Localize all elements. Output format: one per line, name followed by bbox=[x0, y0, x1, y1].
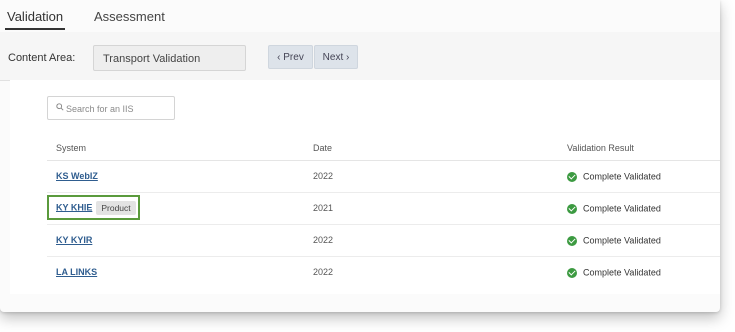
table-row: KS WebIZ 2022 Complete Validated bbox=[47, 161, 720, 193]
systems-table: System Date Validation Result KS WebIZ 2… bbox=[47, 132, 720, 288]
check-circle-icon bbox=[567, 235, 577, 246]
tab-assessment[interactable]: Assessment bbox=[94, 9, 165, 24]
result-cell: Complete Validated bbox=[567, 267, 661, 278]
prev-button[interactable]: ‹ Prev bbox=[268, 45, 313, 69]
system-cell: KY KYIR bbox=[56, 235, 92, 245]
result-cell: Complete Validated bbox=[567, 171, 661, 182]
date-cell: 2021 bbox=[313, 203, 334, 213]
system-cell: KS WebIZ bbox=[56, 171, 98, 181]
system-cell: KY KHIE Product bbox=[56, 201, 136, 215]
result-cell: Complete Validated bbox=[567, 235, 661, 246]
table-row: KY KYIR 2022 Complete Validated bbox=[47, 225, 720, 257]
next-button[interactable]: Next › bbox=[314, 45, 358, 69]
tab-validation[interactable]: Validation bbox=[4, 9, 66, 30]
system-link[interactable]: KS WebIZ bbox=[56, 171, 98, 181]
tab-bar: Validation Assessment bbox=[0, 0, 720, 33]
table-row: LA LINKS 2022 Complete Validated bbox=[47, 257, 720, 288]
date-cell: 2022 bbox=[313, 235, 334, 245]
table-header: System Date Validation Result bbox=[47, 132, 720, 161]
app-window: Validation Assessment Content Area: Tran… bbox=[0, 0, 720, 312]
search-box[interactable] bbox=[47, 96, 175, 120]
results-panel: System Date Validation Result KS WebIZ 2… bbox=[10, 80, 720, 294]
system-link[interactable]: LA LINKS bbox=[56, 267, 97, 277]
result-text: Complete Validated bbox=[583, 171, 661, 182]
product-badge: Product bbox=[96, 201, 136, 215]
search-icon bbox=[56, 103, 64, 111]
result-cell: Complete Validated bbox=[567, 203, 661, 214]
search-input[interactable] bbox=[64, 99, 173, 119]
content-area-label: Content Area: bbox=[8, 52, 76, 64]
content-area-bar: Content Area: Transport Validation ‹ Pre… bbox=[0, 32, 720, 81]
result-text: Complete Validated bbox=[583, 267, 661, 278]
check-circle-icon bbox=[567, 171, 577, 182]
check-circle-icon bbox=[567, 267, 577, 278]
result-text: Complete Validated bbox=[583, 235, 661, 246]
content-area-field[interactable]: Transport Validation bbox=[93, 45, 246, 71]
check-circle-icon bbox=[567, 203, 577, 214]
system-link[interactable]: KY KYIR bbox=[56, 235, 92, 245]
system-cell: LA LINKS bbox=[56, 267, 97, 277]
header-validation-result: Validation Result bbox=[567, 143, 634, 153]
header-date: Date bbox=[313, 143, 333, 153]
date-cell: 2022 bbox=[313, 171, 334, 181]
system-link[interactable]: KY KHIE bbox=[56, 202, 92, 212]
header-system: System bbox=[56, 143, 87, 153]
table-row: KY KHIE Product 2021 Complete Validated bbox=[47, 193, 720, 225]
result-text: Complete Validated bbox=[583, 203, 661, 214]
date-cell: 2022 bbox=[313, 267, 334, 277]
